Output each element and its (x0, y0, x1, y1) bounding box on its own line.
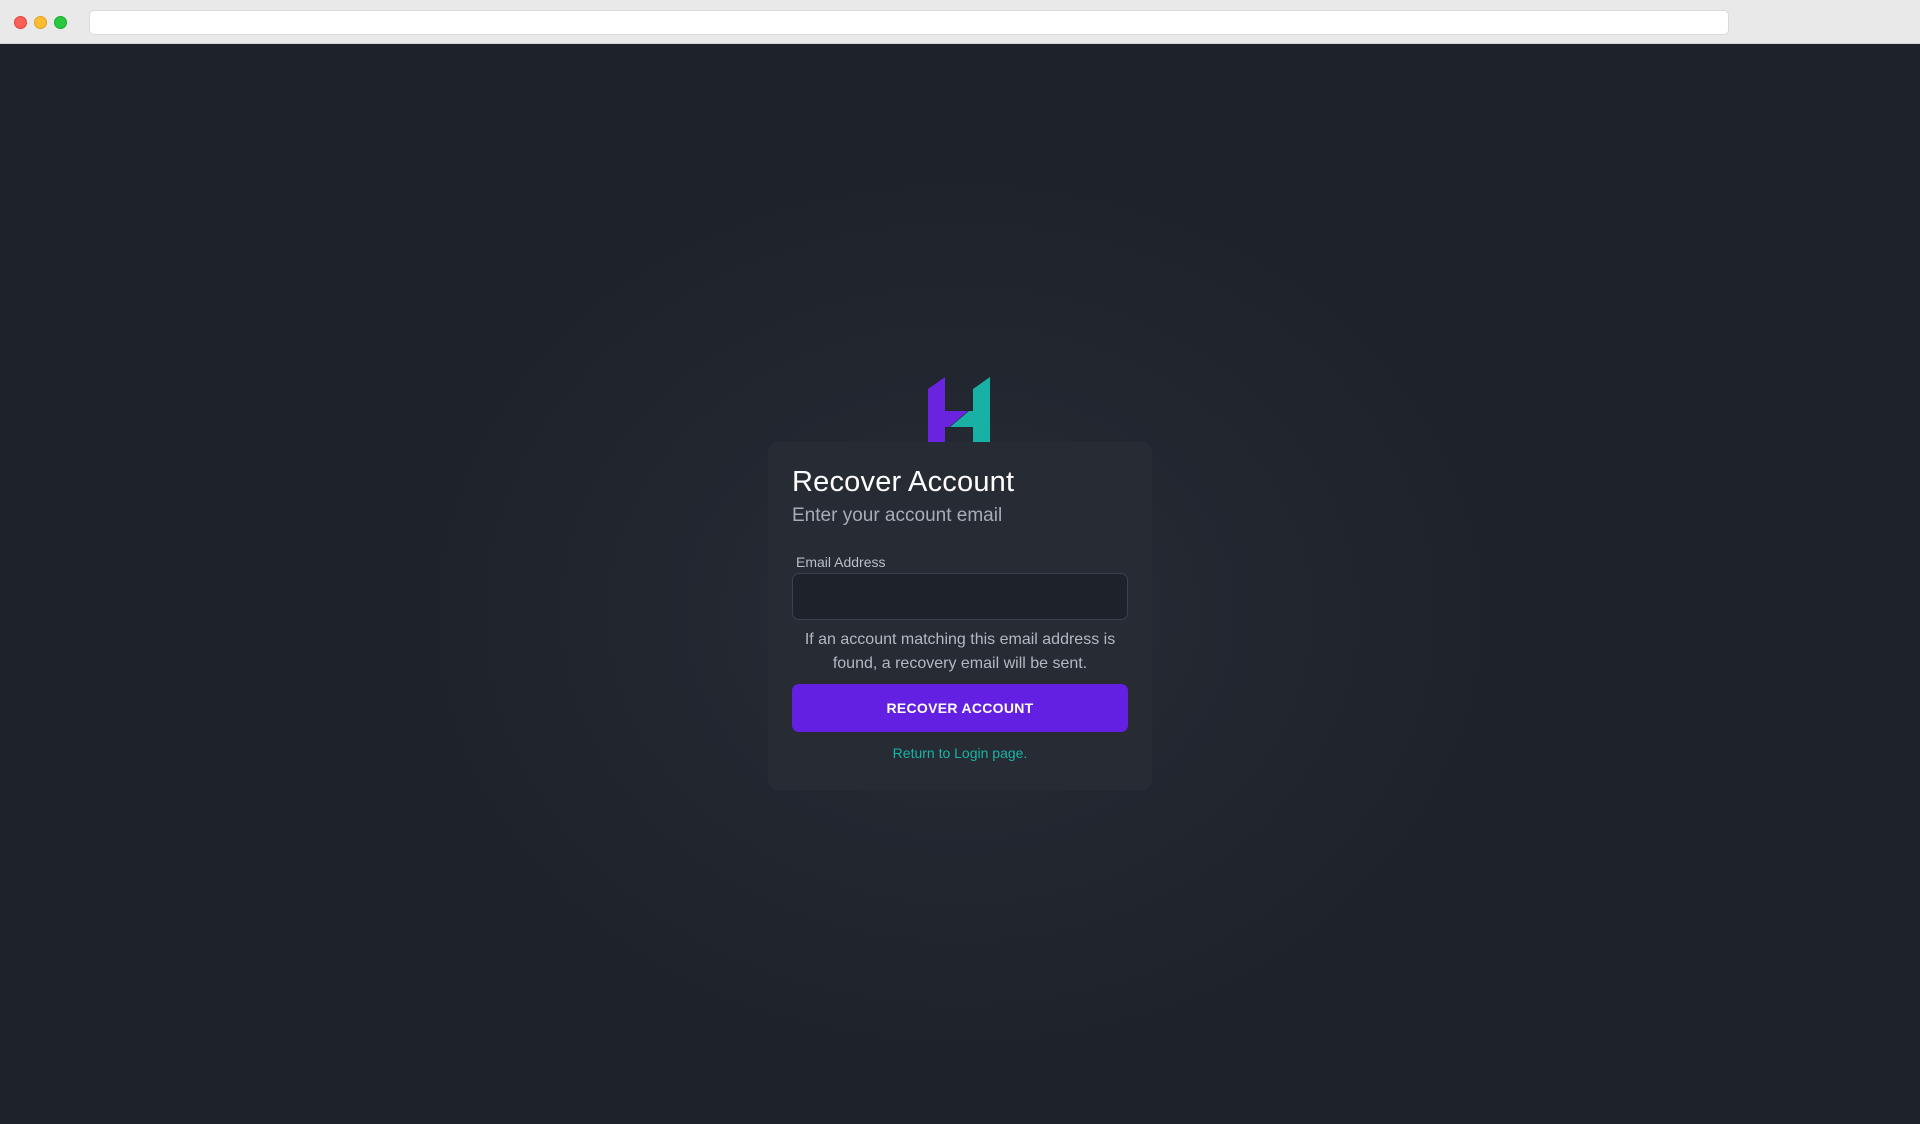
email-field[interactable] (792, 573, 1128, 620)
page-subtitle: Enter your account email (792, 505, 1003, 526)
return-to-login-link[interactable]: Return to Login page. (792, 745, 1128, 761)
page-viewport: Recover Account Enter your account email… (0, 44, 1920, 1124)
helper-text: If an account matching this email addres… (804, 631, 1116, 672)
browser-chrome (0, 0, 1920, 44)
address-bar[interactable] (89, 10, 1729, 35)
email-label: Email Address (796, 554, 886, 570)
recover-account-button[interactable]: RECOVER ACCOUNT (792, 684, 1128, 732)
close-window-button[interactable] (14, 16, 27, 29)
page-title: Recover Account (792, 466, 1015, 498)
maximize-window-button[interactable] (54, 16, 67, 29)
minimize-window-button[interactable] (34, 16, 47, 29)
recover-account-card: Recover Account Enter your account email… (768, 442, 1152, 790)
